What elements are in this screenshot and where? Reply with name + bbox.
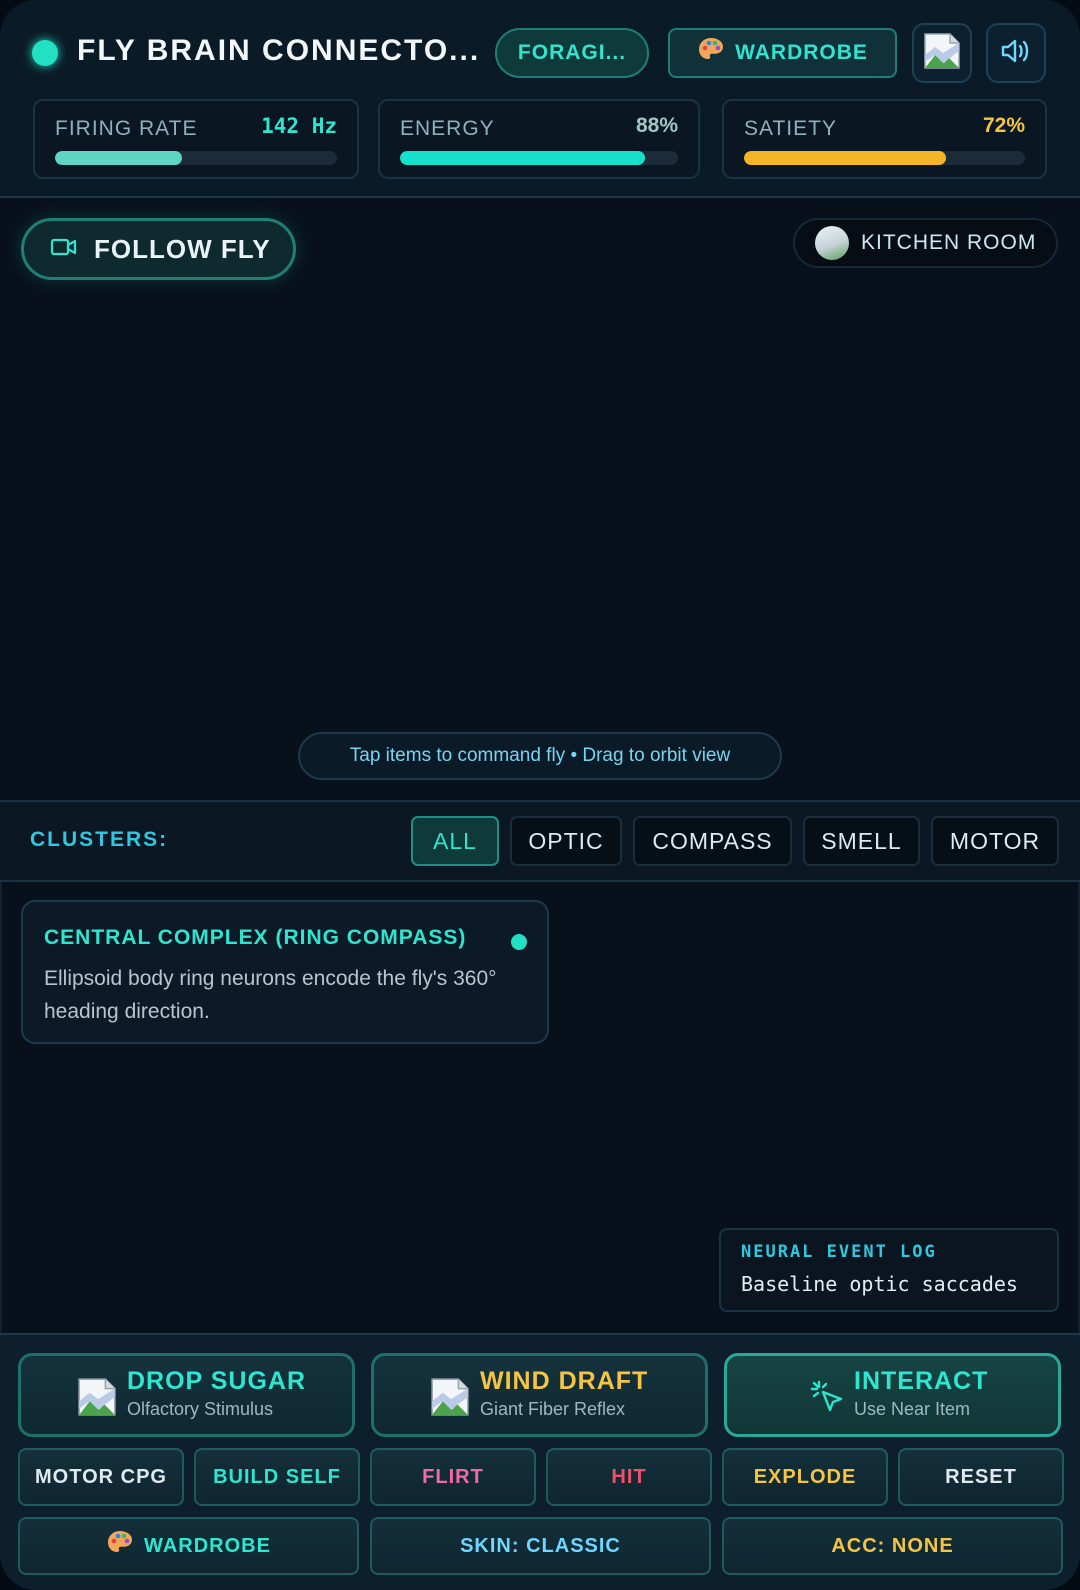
wind-draft-button[interactable]: WIND DRAFT Giant Fiber Reflex xyxy=(371,1353,708,1437)
room-label: KITCHEN ROOM xyxy=(861,231,1037,254)
drop-sugar-title: DROP SUGAR xyxy=(127,1367,307,1395)
tab-optic[interactable]: OPTIC xyxy=(510,816,622,866)
interact-button[interactable]: INTERACT Use Near Item xyxy=(724,1353,1061,1437)
accessory-selector-button[interactable]: ACC: NONE xyxy=(722,1517,1063,1575)
camera-icon xyxy=(50,236,78,263)
reset-button[interactable]: RESET xyxy=(898,1448,1064,1506)
mode-label: FORAGI... xyxy=(517,41,627,64)
event-log-entry: Baseline optic saccades xyxy=(741,1272,1018,1296)
cluster-filter-bar: CLUSTERS: ALL OPTIC COMPASS SMELL MOTOR xyxy=(0,800,1080,882)
flirt-button[interactable]: FLIRT xyxy=(370,1448,536,1506)
event-log-title: NEURAL EVENT LOG xyxy=(741,1242,937,1262)
tab-smell[interactable]: SMELL xyxy=(803,816,920,866)
palette-icon xyxy=(697,36,725,70)
image-placeholder-icon xyxy=(922,31,962,76)
interact-title: INTERACT xyxy=(854,1367,989,1395)
tab-all[interactable]: ALL xyxy=(411,816,499,866)
interact-subtitle: Use Near Item xyxy=(854,1399,971,1419)
satiety-bar xyxy=(744,151,1025,165)
cluster-active-dot xyxy=(511,934,527,950)
satiety-label: SATIETY xyxy=(744,117,837,140)
satiety-card: SATIETY 72% xyxy=(722,99,1047,179)
skin-selector-button[interactable]: SKIN: CLASSIC xyxy=(370,1517,711,1575)
mode-button[interactable]: FORAGI... xyxy=(495,28,649,78)
firing-rate-bar xyxy=(55,151,337,165)
wardrobe-top-label: WARDROBE xyxy=(735,41,868,64)
wind-draft-subtitle: Giant Fiber Reflex xyxy=(480,1399,626,1419)
snapshot-button[interactable] xyxy=(912,23,972,83)
clusters-label: CLUSTERS: xyxy=(30,828,169,851)
drop-sugar-subtitle: Olfactory Stimulus xyxy=(127,1399,274,1419)
build-self-button[interactable]: BUILD SELF xyxy=(194,1448,360,1506)
energy-card: ENERGY 88% xyxy=(378,99,700,179)
tab-compass[interactable]: COMPASS xyxy=(633,816,792,866)
follow-fly-label: FOLLOW FLY xyxy=(94,233,271,264)
drop-sugar-button[interactable]: DROP SUGAR Olfactory Stimulus xyxy=(18,1353,355,1437)
firing-rate-fill xyxy=(55,151,182,165)
cluster-info-title: CENTRAL COMPLEX (RING COMPASS) xyxy=(44,926,467,949)
pointer-click-icon xyxy=(809,1378,851,1420)
image-placeholder-icon xyxy=(76,1376,118,1418)
firing-rate-value: 142 Hz xyxy=(261,114,337,138)
tab-motor[interactable]: MOTOR xyxy=(931,816,1059,866)
energy-value: 88% xyxy=(635,114,678,137)
status-indicator xyxy=(32,40,58,66)
cluster-info-card: CENTRAL COMPLEX (RING COMPASS) Ellipsoid… xyxy=(21,900,549,1044)
follow-fly-button[interactable]: FOLLOW FLY xyxy=(21,218,296,280)
sound-toggle-button[interactable] xyxy=(986,23,1046,83)
room-selector[interactable]: KITCHEN ROOM xyxy=(793,218,1058,268)
motor-cpg-button[interactable]: MOTOR CPG xyxy=(18,1448,184,1506)
image-placeholder-icon xyxy=(429,1376,471,1418)
satiety-fill xyxy=(744,151,947,165)
firing-rate-label: FIRING RATE xyxy=(55,117,198,140)
energy-bar xyxy=(400,151,678,165)
neural-event-log: NEURAL EVENT LOG Baseline optic saccades xyxy=(719,1228,1059,1312)
energy-label: ENERGY xyxy=(400,117,495,140)
cluster-info-description: Ellipsoid body ring neurons encode the f… xyxy=(44,967,497,1023)
firing-rate-card: FIRING RATE 142 Hz xyxy=(33,99,359,179)
wardrobe-button-bottom[interactable]: WARDROBE xyxy=(18,1517,359,1575)
explode-button[interactable]: EXPLODE xyxy=(722,1448,888,1506)
palette-icon xyxy=(106,1529,134,1563)
satiety-value: 72% xyxy=(982,114,1025,137)
control-panel: DROP SUGAR Olfactory Stimulus WIND DRAFT… xyxy=(0,1333,1080,1590)
app-frame: FLY BRAIN CONNECTO... FORAGI... WARDROBE xyxy=(0,0,1080,1590)
control-hint: Tap items to command fly • Drag to orbit… xyxy=(298,732,782,780)
energy-fill xyxy=(400,151,645,165)
top-header: FLY BRAIN CONNECTO... FORAGI... WARDROBE xyxy=(0,0,1080,198)
speaker-icon xyxy=(999,34,1033,73)
wardrobe-bottom-label: WARDROBE xyxy=(144,1534,271,1557)
wind-draft-title: WIND DRAFT xyxy=(480,1367,649,1395)
wardrobe-button-top[interactable]: WARDROBE xyxy=(668,28,897,78)
app-title: FLY BRAIN CONNECTO... xyxy=(77,34,481,67)
scene-viewport[interactable] xyxy=(0,198,1080,800)
room-globe-icon xyxy=(815,226,849,260)
hit-button[interactable]: HIT xyxy=(546,1448,712,1506)
